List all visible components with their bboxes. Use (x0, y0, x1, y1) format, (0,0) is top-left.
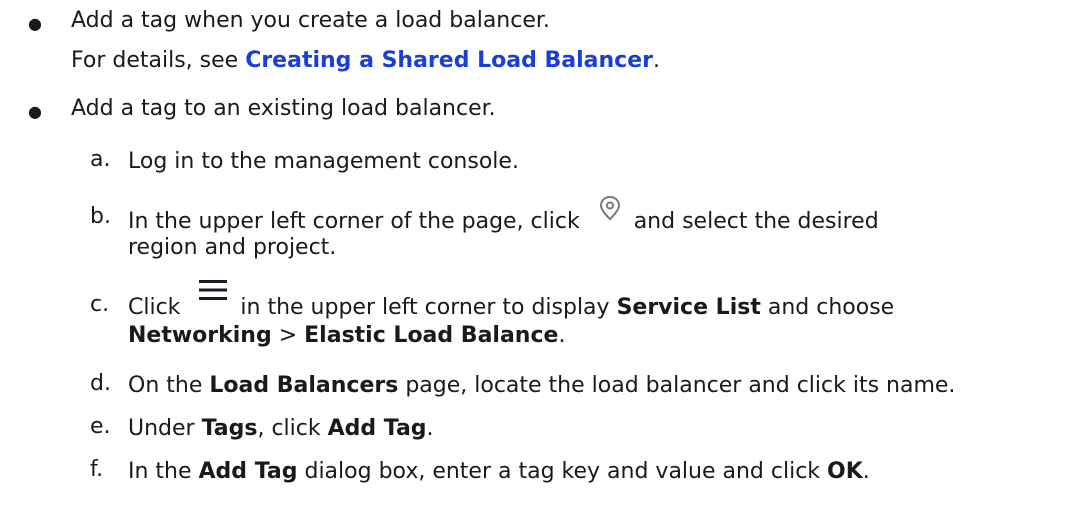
add-tag-label: Add Tag (198, 459, 298, 484)
step-text-part: , click (257, 416, 328, 441)
detail-prefix: For details, see (71, 48, 246, 73)
elastic-load-balance-label: Elastic Load Balance (304, 323, 559, 348)
step-marker: a. (90, 147, 111, 172)
bullet-text: Add a tag when you create a load balance… (71, 8, 550, 33)
step-text-part: . (558, 323, 566, 348)
step-text-part: On the (128, 373, 210, 398)
step-marker: b. (90, 204, 111, 229)
bullet-text: Add a tag to an existing load balancer. (71, 96, 496, 121)
load-balancers-label: Load Balancers (209, 373, 399, 398)
step-text: Log in to the management console. (128, 149, 519, 174)
step-text: Under Tags, click Add Tag. (128, 414, 434, 443)
step-text-part: Click (128, 295, 188, 320)
menu-icon (197, 278, 229, 310)
step-marker: c. (90, 292, 110, 317)
step-marker: e. (90, 414, 111, 439)
bullet-marker: ● (28, 14, 42, 33)
step-text-line2: region and project. (128, 235, 337, 260)
step-text-part: Under (128, 416, 202, 441)
add-tag-label: Add Tag (327, 416, 427, 441)
step-marker: d. (90, 371, 111, 396)
bullet-marker: ● (28, 102, 42, 121)
step-text-part: page, locate the load balancer and click… (398, 373, 956, 398)
step-text-part: and choose (760, 295, 895, 320)
creating-shared-load-balancer-link[interactable]: Creating a Shared Load Balancer (245, 48, 653, 73)
networking-label: Networking (128, 323, 272, 348)
detail-suffix: . (652, 48, 660, 73)
step-text: Click in the upper left corner to displa… (128, 280, 895, 324)
step-text-part: In the upper left corner of the page, cl… (128, 209, 587, 234)
step-text-line2: Networking > Elastic Load Balance. (128, 321, 565, 350)
step-text: On the Load Balancers page, locate the l… (128, 371, 955, 400)
step-text-part: In the (128, 459, 199, 484)
step-text-part: and select the desired (626, 209, 879, 234)
bullet-detail: For details, see Creating a Shared Load … (71, 48, 660, 73)
step-text-part: . (426, 416, 434, 441)
step-marker: f. (90, 457, 104, 482)
location-pin-icon (597, 194, 623, 230)
step-text-part: in the upper left corner to display (233, 295, 617, 320)
step-text-part: . (862, 459, 870, 484)
ok-label: OK (827, 459, 863, 484)
tags-label: Tags (201, 416, 258, 441)
step-text-part: dialog box, enter a tag key and value an… (297, 459, 828, 484)
step-text: In the Add Tag dialog box, enter a tag k… (128, 457, 870, 486)
path-separator: > (271, 323, 305, 348)
service-list-label: Service List (616, 295, 761, 320)
